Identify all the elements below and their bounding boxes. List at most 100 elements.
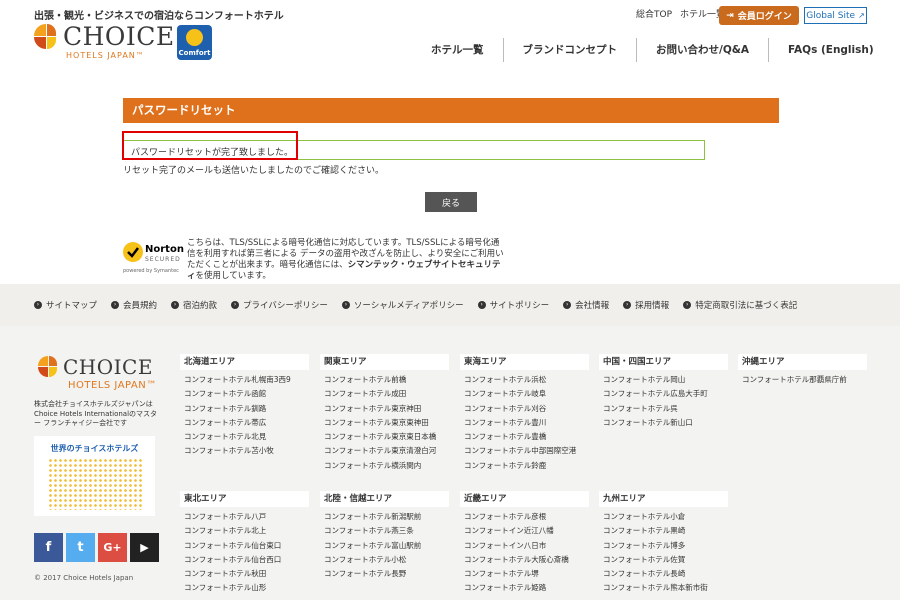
nav-faq-english[interactable]: FAQs (English) <box>768 38 893 62</box>
hotel-link[interactable]: コンフォートホテル八戸 <box>184 510 309 524</box>
hotel-link[interactable]: コンフォートホテル那覇県庁前 <box>742 373 867 387</box>
hotel-link[interactable]: コンフォートホテル博多 <box>603 539 728 553</box>
footer-link-recruit[interactable]: › 採用情報 <box>623 299 669 311</box>
hotel-link[interactable]: コンフォートホテル前橋 <box>324 373 449 387</box>
hotel-link[interactable]: コンフォートイン近江八幡 <box>464 524 589 538</box>
external-link-icon: ↗ <box>858 11 865 20</box>
hotel-link[interactable]: コンフォートホテル堺 <box>464 567 589 581</box>
google-plus-icon[interactable]: G+ <box>98 533 127 562</box>
footer-link-company[interactable]: › 会社情報 <box>563 299 609 311</box>
arrow-right-icon: › <box>563 301 572 309</box>
world-choice-hotels-banner[interactable]: 世界のチョイスホテルズ <box>34 436 155 516</box>
hotel-link[interactable]: コンフォートホテル小松 <box>324 553 449 567</box>
area-okinawa: 沖縄エリア コンフォートホテル那覇県庁前 <box>738 354 867 387</box>
arrow-right-icon: › <box>34 301 42 309</box>
hotel-link[interactable]: コンフォートホテル燕三条 <box>324 524 449 538</box>
hotel-link[interactable]: コンフォートホテル東京清澄白河 <box>324 444 449 458</box>
hotel-link[interactable]: コンフォートホテル新山口 <box>603 416 728 430</box>
arrow-right-icon: › <box>111 301 120 309</box>
hotel-link[interactable]: コンフォートホテル横浜関内 <box>324 459 449 473</box>
hotel-link[interactable]: コンフォートホテル北上 <box>184 524 309 538</box>
checkmark-icon <box>123 242 143 262</box>
footer-link-accommodation[interactable]: › 宿泊約款 <box>171 299 217 311</box>
hotel-link[interactable]: コンフォートホテル帯広 <box>184 416 309 430</box>
arrow-right-icon: › <box>477 301 486 309</box>
hotel-link[interactable]: コンフォートホテル熊本新市街 <box>603 581 728 595</box>
hotel-link[interactable]: コンフォートホテル佐賀 <box>603 553 728 567</box>
nav-brand-concept[interactable]: ブランドコンセプト <box>502 38 637 62</box>
hotel-link[interactable]: コンフォートホテル豊橋 <box>464 430 589 444</box>
footer-choice-logo[interactable]: CHOICE <box>38 356 153 378</box>
area-hokuriku-shinetsu: 北陸・信越エリア コンフォートホテル新潟駅前 コンフォートホテル燕三条 コンフォ… <box>320 491 449 581</box>
footer-link-sitemap[interactable]: › サイトマップ <box>34 299 97 311</box>
hotel-link[interactable]: コンフォートホテル刈谷 <box>464 402 589 416</box>
hotel-link[interactable]: コンフォートホテル釧路 <box>184 402 309 416</box>
footer-link-social-policy[interactable]: › ソーシャルメディアポリシー <box>341 299 464 311</box>
hotel-link[interactable]: コンフォートホテル広島大手町 <box>603 387 728 401</box>
hotel-link[interactable]: コンフォートホテル豊川 <box>464 416 589 430</box>
top-links: 総合TOP ホテル一覧 <box>636 7 725 20</box>
ssl-notice-tail: を使用しています。 <box>195 271 271 281</box>
comfort-badge-label: Comfort <box>178 49 211 57</box>
hotel-link[interactable]: コンフォートホテル新潟駅前 <box>324 510 449 524</box>
hotel-link[interactable]: コンフォートホテル黒崎 <box>603 524 728 538</box>
area-hokkaido: 北海道エリア コンフォートホテル札幌南3西9 コンフォートホテル函館 コンフォー… <box>180 354 309 459</box>
area-title: 九州エリア <box>599 491 728 507</box>
hotel-link[interactable]: コンフォートホテル呉 <box>603 402 728 416</box>
hotel-link[interactable]: コンフォートホテル岐阜 <box>464 387 589 401</box>
hotel-link[interactable]: コンフォートホテル函館 <box>184 387 309 401</box>
area-kinki: 近畿エリア コンフォートホテル彦根 コンフォートイン近江八幡 コンフォートイン八… <box>460 491 589 596</box>
area-title: 中国・四国エリア <box>599 354 728 370</box>
ssl-notice: こちらは、TLS/SSLによる暗号化通信に対応しています。TLS/SSLによる暗… <box>187 238 505 282</box>
youtube-icon[interactable]: ▶ <box>130 533 159 562</box>
footer-logo-wordmark: CHOICE <box>63 355 153 379</box>
choice-logo[interactable]: CHOICE HOTELS JAPAN™ <box>34 24 175 60</box>
hotel-link[interactable]: コンフォートホテル中部国際空港 <box>464 444 589 458</box>
twitter-icon[interactable]: t <box>66 533 95 562</box>
member-login-button[interactable]: ⇥ 会員ログイン <box>719 6 799 25</box>
hotel-link[interactable]: コンフォートホテル東京神田 <box>324 402 449 416</box>
hotel-link[interactable]: コンフォートホテル成田 <box>324 387 449 401</box>
nav-contact[interactable]: お問い合わせ/Q&A <box>636 38 768 62</box>
hotel-link[interactable]: コンフォートホテル北見 <box>184 430 309 444</box>
area-title: 近畿エリア <box>460 491 589 507</box>
arrow-right-icon: › <box>171 301 180 309</box>
arrow-right-icon: › <box>683 301 692 309</box>
hotel-link[interactable]: コンフォートホテル秋田 <box>184 567 309 581</box>
norton-seal[interactable]: Norton SECURED powered by Symantec <box>123 238 185 276</box>
norton-powered: powered by Symantec <box>123 268 179 274</box>
global-site-button[interactable]: Global Site ↗ <box>804 7 867 24</box>
login-door-icon: ⇥ <box>726 10 734 21</box>
footer-link-terms[interactable]: › 会員規約 <box>111 299 157 311</box>
hotel-link[interactable]: コンフォートホテル姫路 <box>464 581 589 595</box>
hotel-link[interactable]: コンフォートホテル富山駅前 <box>324 539 449 553</box>
hotel-link[interactable]: コンフォートホテル浜松 <box>464 373 589 387</box>
hotel-link[interactable]: コンフォートホテル鈴鹿 <box>464 459 589 473</box>
footer-link-commerce-law[interactable]: › 特定商取引法に基づく表記 <box>683 299 797 311</box>
top-link-home[interactable]: 総合TOP <box>636 7 672 20</box>
footer-link-privacy[interactable]: › プライバシーポリシー <box>231 299 328 311</box>
hotel-link[interactable]: コンフォートホテル東京東神田 <box>324 416 449 430</box>
hotel-link[interactable]: コンフォートホテル仙台西口 <box>184 553 309 567</box>
nav-hotel-list[interactable]: ホテル一覧 <box>412 38 503 62</box>
hotel-link[interactable]: コンフォートホテル仙台東口 <box>184 539 309 553</box>
area-title: 沖縄エリア <box>738 354 867 370</box>
footer-logo-subtext: HOTELS JAPAN™ <box>68 380 157 391</box>
area-tohoku: 東北エリア コンフォートホテル八戸 コンフォートホテル北上 コンフォートホテル仙… <box>180 491 309 596</box>
facebook-icon[interactable]: f <box>34 533 63 562</box>
hotel-link[interactable]: コンフォートホテル小倉 <box>603 510 728 524</box>
hotel-link[interactable]: コンフォートホテル札幌南3西9 <box>184 373 309 387</box>
arrow-right-icon: › <box>623 301 632 309</box>
hotel-link[interactable]: コンフォートホテル大阪心斎橋 <box>464 553 589 567</box>
hotel-link[interactable]: コンフォートホテル苫小牧 <box>184 444 309 458</box>
hotel-link[interactable]: コンフォートホテル東京東日本橋 <box>324 430 449 444</box>
comfort-badge[interactable]: Comfort <box>177 25 212 60</box>
footer-link-site-policy[interactable]: › サイトポリシー <box>477 299 549 311</box>
hotel-link[interactable]: コンフォートホテル山形 <box>184 581 309 595</box>
back-button[interactable]: 戻る <box>425 192 477 212</box>
hotel-link[interactable]: コンフォートホテル長野 <box>324 567 449 581</box>
hotel-link[interactable]: コンフォートホテル岡山 <box>603 373 728 387</box>
hotel-link[interactable]: コンフォートホテル長崎 <box>603 567 728 581</box>
hotel-link[interactable]: コンフォートホテル彦根 <box>464 510 589 524</box>
hotel-link[interactable]: コンフォートイン八日市 <box>464 539 589 553</box>
